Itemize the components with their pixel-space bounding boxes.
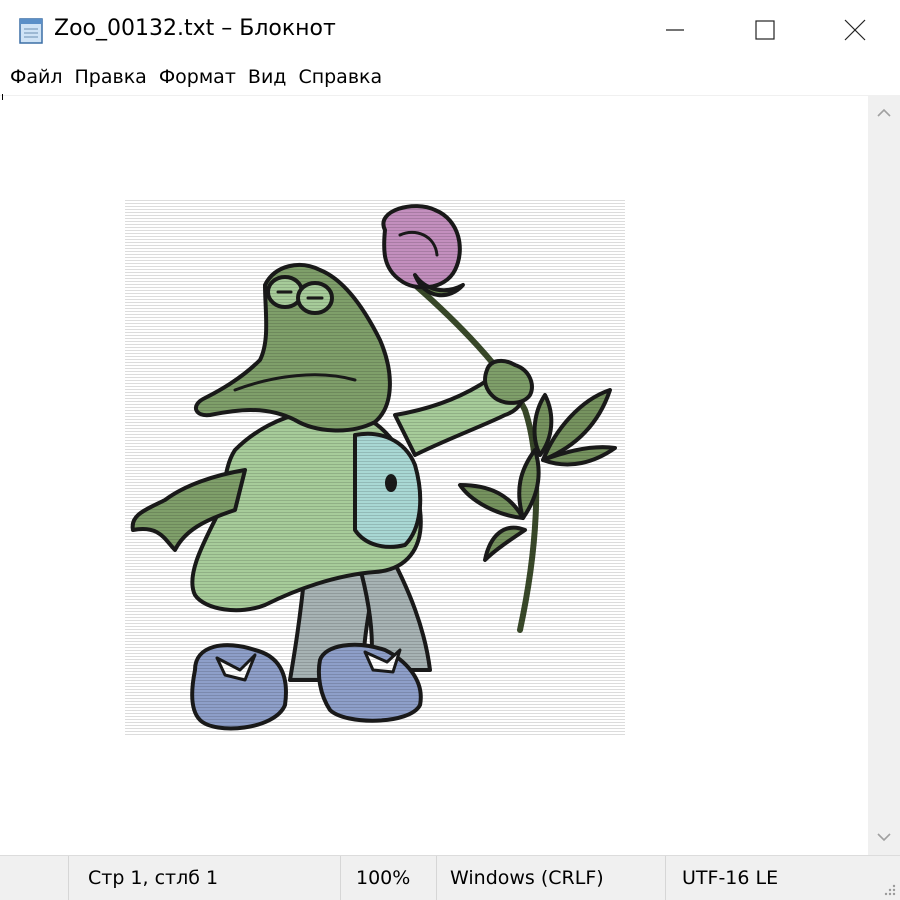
- menu-bar: Файл Правка Формат Вид Справка: [0, 60, 900, 94]
- menu-format[interactable]: Формат: [155, 60, 240, 94]
- resize-grip-icon[interactable]: [882, 882, 896, 896]
- maximize-icon: [755, 20, 775, 40]
- notepad-icon: [19, 18, 43, 44]
- scroll-down-button[interactable]: [868, 819, 900, 855]
- minimize-icon: [666, 29, 684, 31]
- maximize-button[interactable]: [720, 0, 810, 60]
- menu-help[interactable]: Справка: [294, 60, 386, 94]
- minimize-button[interactable]: [630, 0, 720, 60]
- status-separator: [340, 856, 341, 900]
- encoding: UTF-16 LE: [682, 867, 779, 889]
- chevron-down-icon: [877, 833, 891, 842]
- status-bar: Стр 1, стлб 1 100% Windows (CRLF) UTF-16…: [0, 855, 900, 900]
- menu-edit[interactable]: Правка: [71, 60, 151, 94]
- close-icon: [844, 19, 866, 41]
- crocodile-with-rose-art: [125, 200, 625, 735]
- chevron-up-icon: [877, 108, 891, 117]
- scroll-up-button[interactable]: [868, 95, 900, 131]
- vertical-scrollbar[interactable]: [868, 95, 900, 855]
- title-bar: Zoo_00132.txt – Блокнот: [0, 0, 900, 60]
- line-endings: Windows (CRLF): [450, 867, 604, 889]
- status-separator: [436, 856, 437, 900]
- menu-view[interactable]: Вид: [244, 60, 291, 94]
- status-separator: [665, 856, 666, 900]
- close-button[interactable]: [810, 0, 900, 60]
- zoom-level: 100%: [356, 867, 411, 889]
- window-title: Zoo_00132.txt – Блокнот: [54, 16, 336, 41]
- text-caret: [2, 94, 3, 100]
- cursor-position: Стр 1, стлб 1: [88, 867, 219, 889]
- status-separator: [68, 856, 69, 900]
- menu-file[interactable]: Файл: [6, 60, 67, 94]
